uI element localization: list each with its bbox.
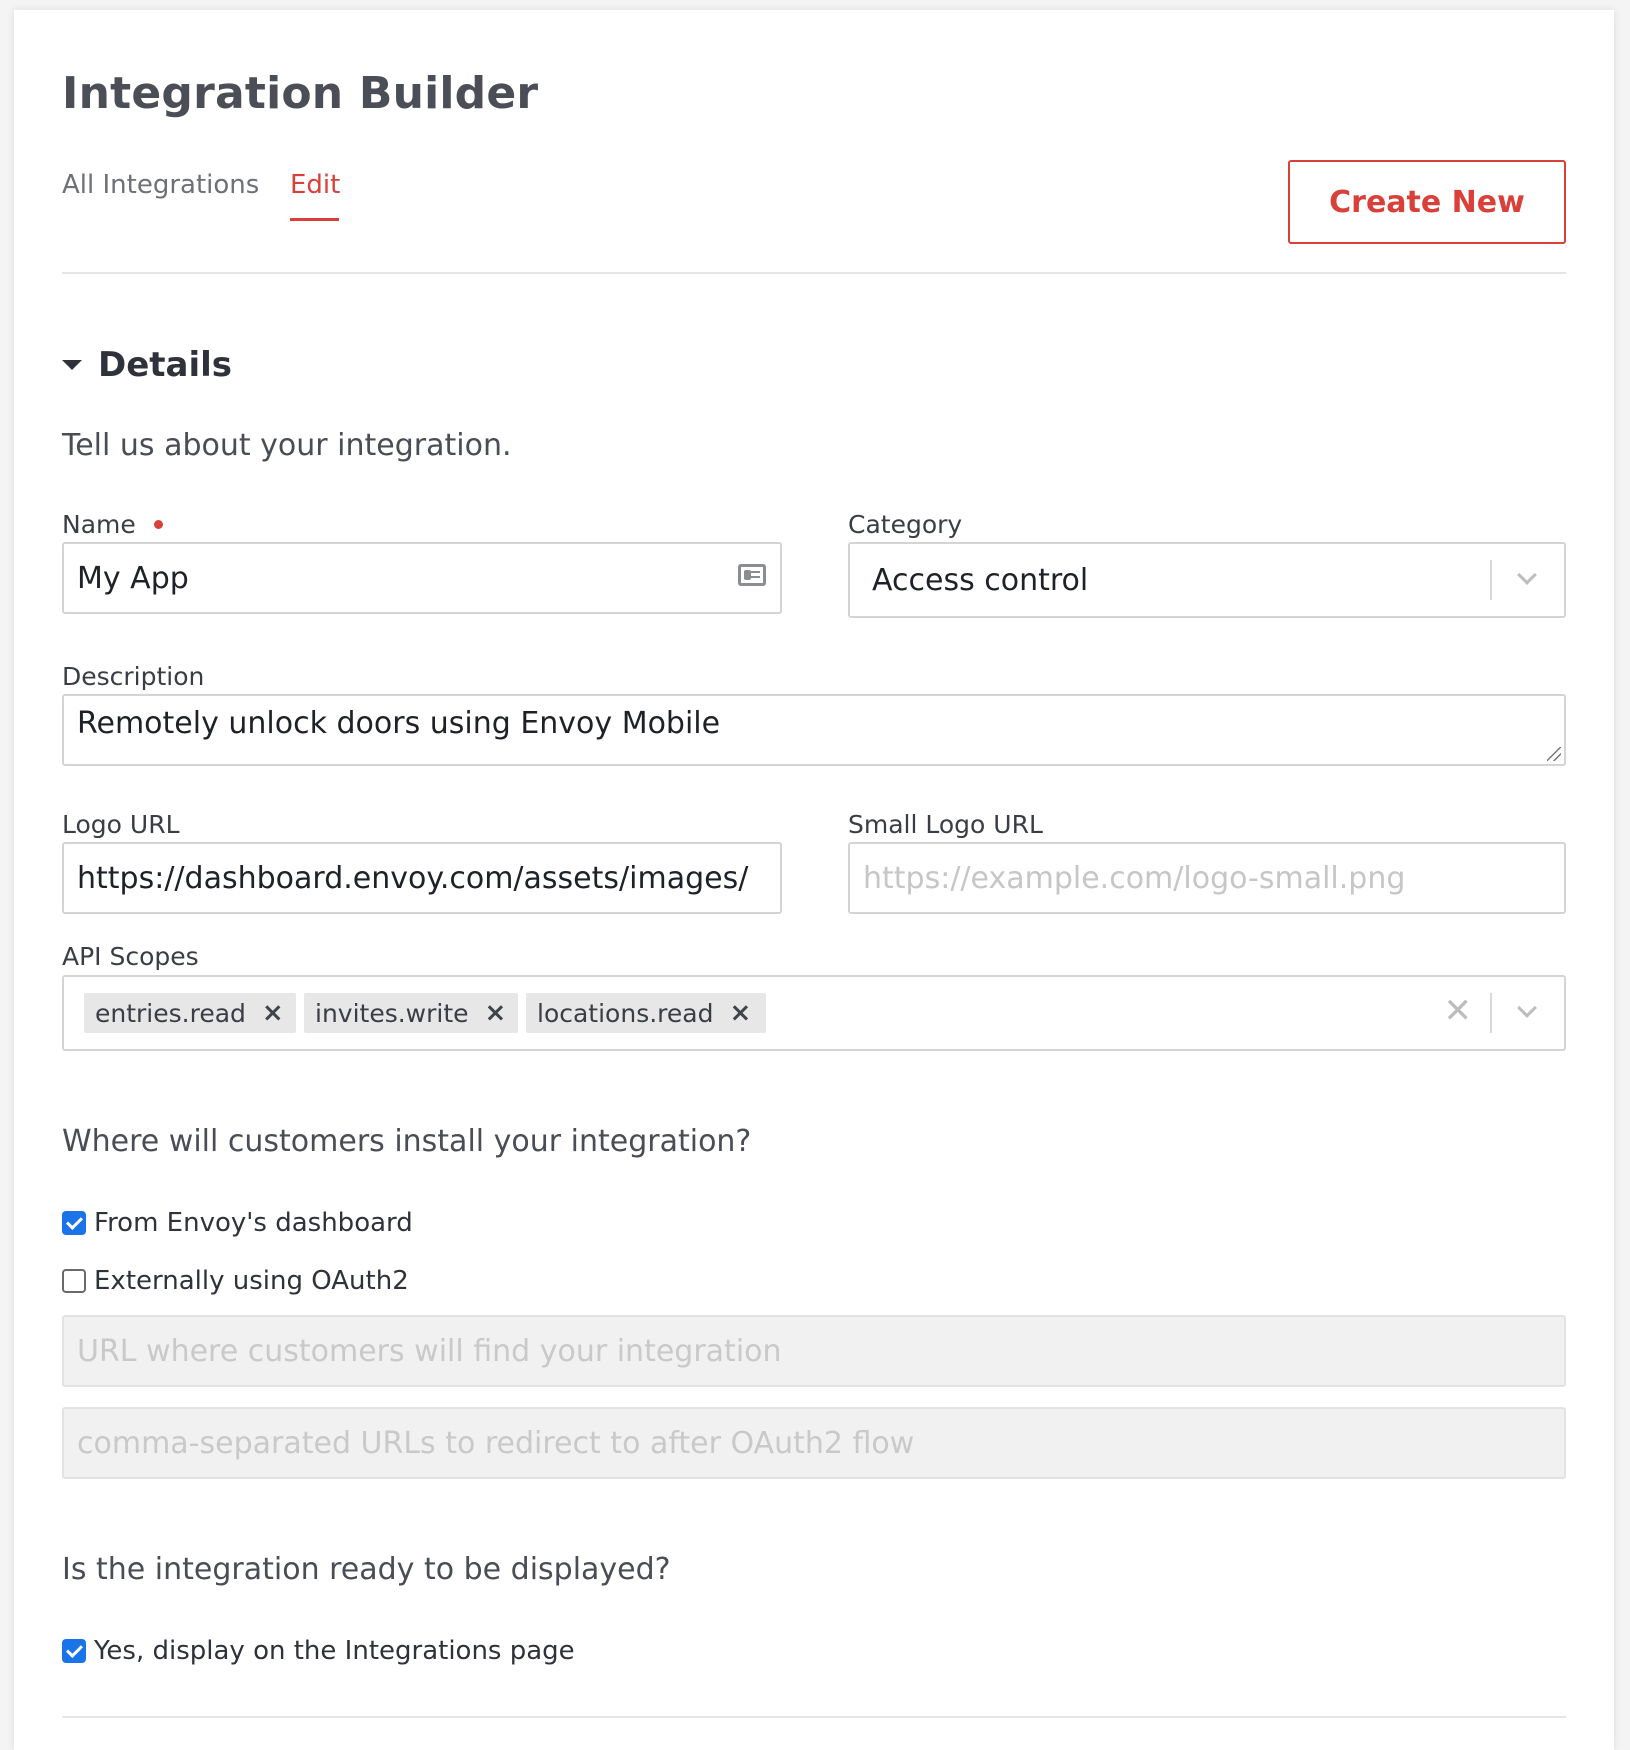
description-label: Description <box>62 662 205 691</box>
option-label: From Envoy's dashboard <box>94 1208 413 1238</box>
logo-url-input[interactable]: https://dashboard.envoy.com/assets/image… <box>62 842 782 914</box>
tab-edit[interactable]: Edit <box>290 170 340 200</box>
option-label: Externally using OAuth2 <box>94 1266 409 1296</box>
select-separator <box>1490 993 1492 1033</box>
clear-all-icon[interactable]: ✕ <box>1444 991 1473 1031</box>
category-label: Category <box>848 510 963 539</box>
chip-remove-icon[interactable]: × <box>729 998 751 1028</box>
redirect-urls-input: comma-separated URLs to redirect to afte… <box>62 1407 1566 1479</box>
checkbox-unchecked[interactable] <box>62 1269 86 1293</box>
integration-builder-card: Integration Builder All Integrations Edi… <box>14 10 1614 1750</box>
chevron-down-icon[interactable] <box>1517 565 1537 585</box>
page-title: Integration Builder <box>62 68 539 119</box>
scope-chip-label: invites.write <box>315 998 469 1028</box>
category-select[interactable]: Access control <box>848 542 1566 618</box>
name-label: Name <box>62 510 136 539</box>
chip-remove-icon[interactable]: × <box>485 998 507 1028</box>
option-envoy-dashboard[interactable]: From Envoy's dashboard <box>62 1208 413 1238</box>
name-value: My App <box>77 560 189 596</box>
category-value: Access control <box>872 562 1089 598</box>
section-title: Details <box>98 345 233 385</box>
logo-url-value: https://dashboard.envoy.com/assets/image… <box>77 860 749 896</box>
select-separator <box>1490 560 1492 600</box>
small-logo-url-placeholder: https://example.com/logo-small.png <box>863 860 1406 896</box>
contact-card-icon[interactable] <box>738 564 766 586</box>
name-input[interactable]: My App <box>62 542 782 614</box>
install-question: Where will customers install your integr… <box>62 1124 752 1159</box>
oauth-url-placeholder: URL where customers will find your integ… <box>77 1333 782 1369</box>
scope-chip-entries-read: entries.read × <box>84 993 296 1033</box>
redirect-urls-placeholder: comma-separated URLs to redirect to afte… <box>77 1425 915 1461</box>
resize-handle-icon[interactable] <box>1547 747 1561 761</box>
footer-divider <box>62 1716 1566 1718</box>
details-intro: Tell us about your integration. <box>62 428 512 463</box>
description-value: Remotely unlock doors using Envoy Mobile <box>77 706 721 741</box>
checkbox-checked[interactable] <box>62 1211 86 1235</box>
scope-chip-locations-read: locations.read × <box>526 993 766 1033</box>
small-logo-url-label: Small Logo URL <box>848 810 1043 839</box>
small-logo-url-input[interactable]: https://example.com/logo-small.png <box>848 842 1566 914</box>
checkbox-checked[interactable] <box>62 1639 86 1663</box>
display-question: Is the integration ready to be displayed… <box>62 1552 671 1587</box>
option-external-oauth2[interactable]: Externally using OAuth2 <box>62 1266 409 1296</box>
header-divider <box>62 272 1566 274</box>
scope-chip-label: locations.read <box>537 998 714 1028</box>
option-display-integrations[interactable]: Yes, display on the Integrations page <box>62 1636 575 1666</box>
required-indicator <box>154 520 163 529</box>
option-label: Yes, display on the Integrations page <box>94 1636 575 1666</box>
scope-chip-label: entries.read <box>95 998 246 1028</box>
details-section-toggle[interactable]: Details <box>62 345 232 385</box>
active-tab-indicator <box>290 218 339 221</box>
logo-url-label: Logo URL <box>62 810 180 839</box>
api-scopes-label: API Scopes <box>62 942 199 971</box>
scope-chip-invites-write: invites.write × <box>304 993 518 1033</box>
oauth-url-input: URL where customers will find your integ… <box>62 1315 1566 1387</box>
tab-all-integrations[interactable]: All Integrations <box>62 170 259 200</box>
create-new-button[interactable]: Create New <box>1288 160 1566 244</box>
description-textarea[interactable]: Remotely unlock doors using Envoy Mobile <box>62 694 1566 766</box>
caret-down-icon <box>62 360 82 370</box>
api-scopes-multiselect[interactable]: entries.read × invites.write × locations… <box>62 975 1566 1051</box>
chevron-down-icon[interactable] <box>1517 998 1537 1018</box>
chip-remove-icon[interactable]: × <box>262 998 284 1028</box>
